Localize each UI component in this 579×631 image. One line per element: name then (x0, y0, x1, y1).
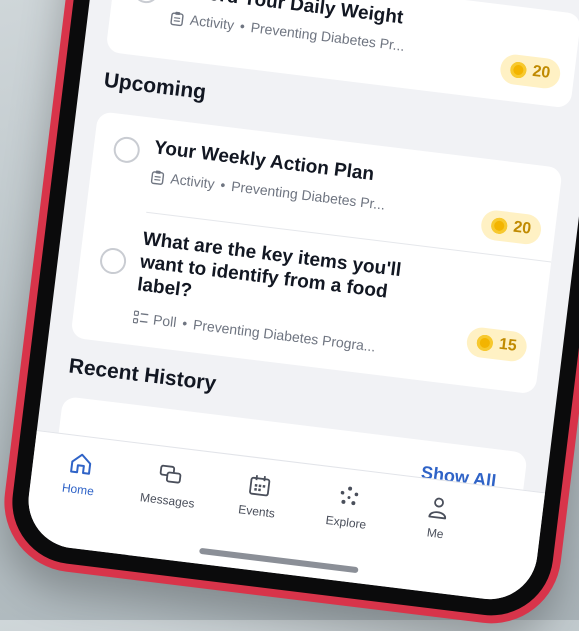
tab-label: Events (237, 502, 276, 521)
phone: Record Your Daily Weight Activity • Prev… (0, 0, 579, 631)
app-screen: Record Your Daily Weight Activity • Prev… (23, 0, 579, 605)
points-value: 20 (531, 62, 552, 82)
separator-dot: • (219, 176, 227, 194)
tab-messages[interactable]: Messages (127, 457, 212, 512)
points-value: 20 (512, 218, 533, 238)
section-title-recent-history: Recent History (67, 354, 218, 396)
task-checkbox[interactable] (98, 246, 128, 276)
tab-label: Me (426, 525, 445, 542)
task-checkbox[interactable] (112, 135, 142, 165)
tab-home[interactable]: Home (37, 446, 122, 501)
tab-events[interactable]: Events (216, 468, 301, 523)
task-checkbox[interactable] (131, 0, 161, 5)
tab-me[interactable]: Me (395, 490, 480, 545)
person-icon (428, 497, 447, 520)
task-type: Poll (152, 311, 178, 331)
separator-dot: • (239, 17, 246, 35)
coin-icon (509, 61, 528, 79)
explore-icon (340, 486, 359, 506)
tab-label: Messages (139, 490, 196, 511)
coin-icon (490, 216, 509, 235)
tab-explore[interactable]: Explore (305, 479, 390, 534)
section-title-upcoming: Upcoming (102, 68, 208, 105)
upcoming-card: Your Weekly Action Plan Activity • Preve… (70, 111, 563, 395)
separator-dot: • (181, 315, 189, 332)
poll-icon (132, 310, 149, 327)
coin-icon (476, 334, 494, 352)
points-badge: 20 (479, 208, 543, 246)
calendar-icon (249, 475, 271, 497)
points-badge: 15 (465, 325, 529, 363)
messages-icon (159, 464, 182, 484)
tab-label: Explore (324, 512, 367, 532)
home-icon (70, 453, 92, 475)
points-value: 15 (497, 335, 518, 355)
points-badge: 20 (498, 52, 562, 91)
task-type: Activity (189, 11, 236, 33)
clipboard-icon (169, 10, 185, 27)
task-type: Activity (169, 170, 216, 192)
tab-label: Home (61, 480, 95, 499)
clipboard-icon (150, 169, 166, 186)
